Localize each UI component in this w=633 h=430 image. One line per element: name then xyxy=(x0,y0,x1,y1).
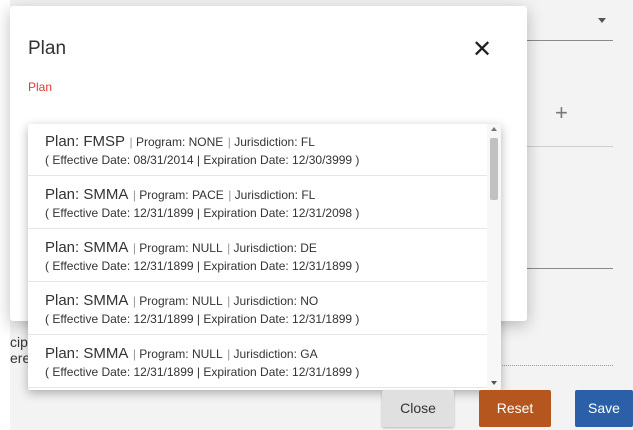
reset-button[interactable]: Reset xyxy=(479,390,551,427)
save-button[interactable]: Save xyxy=(575,390,633,427)
plan-option[interactable]: Plan: SMMA | Program: PACE | Jurisdictio… xyxy=(28,177,487,229)
plan-option-program: Program: NONE xyxy=(135,135,224,149)
plan-option-jurisdiction: Jurisdiction: FL xyxy=(234,135,315,149)
plan-option-dates: ( Effective Date: 12/31/1899 | Expiratio… xyxy=(45,206,360,220)
plan-option-dates: ( Effective Date: 12/31/1899 | Expiratio… xyxy=(45,312,360,326)
plan-option[interactable]: Plan: SMMA | Program: NULL | Jurisdictio… xyxy=(28,230,487,282)
plan-option-dates: ( Effective Date: 08/31/2014 | Expiratio… xyxy=(45,153,360,167)
plan-option-program: Program: PACE xyxy=(139,188,224,202)
plan-option-jurisdiction: Jurisdiction: DE xyxy=(233,241,317,255)
plan-option-name: Plan: SMMA xyxy=(45,186,129,203)
plan-option-jurisdiction: Jurisdiction: NO xyxy=(233,294,319,308)
plan-option-jurisdiction: Jurisdiction: GA xyxy=(233,347,318,361)
plan-option-line1: Plan: SMMA | Program: NULL | Jurisdictio… xyxy=(45,345,318,363)
plan-option-program: Program: NULL xyxy=(139,294,223,308)
plan-option-jurisdiction: Jurisdiction: FL xyxy=(234,188,316,202)
plan-option-line1: Plan: SMMA | Program: NULL | Jurisdictio… xyxy=(45,292,318,310)
scroll-down-arrow-icon[interactable] xyxy=(491,381,497,385)
background-dotted-line xyxy=(500,365,613,366)
dialog-title: Plan xyxy=(28,38,67,59)
plan-option-program: Program: NULL xyxy=(139,347,223,361)
plan-option-name: Plan: SMMA xyxy=(45,239,129,256)
plan-option-dates: ( Effective Date: 12/31/1899 | Expiratio… xyxy=(45,365,360,379)
plan-option[interactable]: Plan: SMMA | Program: NULL | Jurisdictio… xyxy=(28,283,487,335)
close-button[interactable]: Close xyxy=(382,390,454,427)
plan-dropdown-list[interactable]: Plan: FMSP | Program: NONE | Jurisdictio… xyxy=(28,124,501,390)
plan-option-name: Plan: SMMA xyxy=(45,345,129,362)
plan-option-line1: Plan: SMMA | Program: PACE | Jurisdictio… xyxy=(45,186,315,204)
background-left-strip xyxy=(0,0,10,430)
background-text-fragment: cip xyxy=(10,334,28,350)
background-field-underline xyxy=(527,268,613,269)
scroll-up-arrow-icon[interactable] xyxy=(491,127,497,131)
plan-option[interactable]: Plan: SMMA | Program: NULL | Jurisdictio… xyxy=(28,336,487,388)
plan-option[interactable]: Plan: FMSP | Program: NONE | Jurisdictio… xyxy=(28,124,487,176)
plan-option-dates: ( Effective Date: 12/31/1899 | Expiratio… xyxy=(45,259,360,273)
plan-option-line1: Plan: FMSP | Program: NONE | Jurisdictio… xyxy=(45,133,315,151)
dropdown-scrollbar[interactable] xyxy=(487,124,501,390)
caret-down-icon xyxy=(598,18,606,23)
plus-icon[interactable]: + xyxy=(555,102,568,124)
plan-option-name: Plan: FMSP xyxy=(45,133,126,150)
background-select-field[interactable] xyxy=(527,6,613,41)
plan-option-name: Plan: SMMA xyxy=(45,292,129,309)
background-divider xyxy=(527,146,613,147)
close-icon[interactable]: ✕ xyxy=(472,38,492,62)
plan-option-program: Program: NULL xyxy=(139,241,223,255)
plan-option-line1: Plan: SMMA | Program: NULL | Jurisdictio… xyxy=(45,239,317,257)
scrollbar-thumb[interactable] xyxy=(490,138,498,200)
plan-field-label: Plan xyxy=(28,80,53,94)
